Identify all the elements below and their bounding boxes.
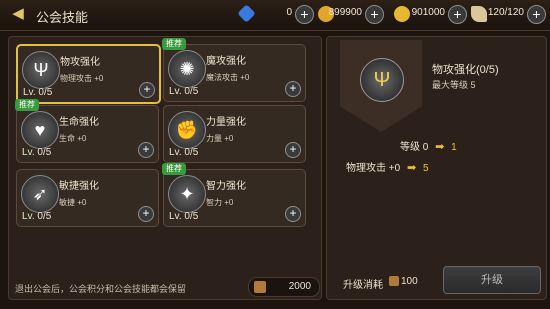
upgrade-button[interactable]: 升级 — [443, 266, 541, 294]
stat-change-row: 物理攻击 +0 ➡ 5 — [346, 159, 429, 174]
magic-swirl-icon: ✺ — [168, 50, 206, 88]
gem-value: 0 — [286, 7, 292, 18]
skill-name: 力量强化 — [206, 117, 246, 128]
guild-points-box: 2000 — [248, 277, 320, 297]
skill-stat: 智力 +0 — [206, 198, 234, 207]
arrow-right-icon: ➡ — [435, 141, 445, 153]
add-guild-coin-button[interactable]: + — [448, 5, 467, 24]
recommend-badge: 推荐 — [162, 38, 186, 50]
skill-name: 生命强化 — [59, 117, 99, 128]
scroll-icon — [389, 276, 399, 286]
level-change-row: 等级 0 ➡ 1 — [400, 138, 457, 153]
add-gem-button[interactable]: + — [295, 5, 314, 24]
skill-level: Lv. 0/5 — [22, 147, 52, 158]
skill-level: Lv. 0/5 — [23, 87, 53, 98]
skill-level: Lv. 0/5 — [169, 211, 199, 222]
skill-level: Lv. 0/5 — [169, 147, 199, 158]
top-bar: ◀ 公会技能 0 + 899900 + 901000 + 120/120 + — [0, 0, 550, 31]
level-current: 0 — [422, 142, 429, 153]
skill-stat: 物理攻击 +0 — [60, 74, 104, 83]
skill-stat: 敏捷 +0 — [59, 198, 87, 207]
skill-stat: 力量 +0 — [206, 134, 234, 143]
skill-level: Lv. 0/5 — [22, 211, 52, 222]
guild-coin-value: 901000 — [411, 7, 445, 18]
back-arrow-icon[interactable]: ◀ — [8, 5, 28, 23]
skill-name: 物攻强化 — [60, 57, 100, 68]
skill-upgrade-button[interactable]: + — [285, 206, 301, 222]
recommend-badge: 推荐 — [162, 163, 186, 175]
guild-coin-counter: 901000 + — [394, 5, 467, 24]
skill-level: Lv. 0/5 — [169, 86, 199, 97]
skill-name: 智力强化 — [206, 181, 246, 192]
skill-card-intellect[interactable]: 推荐 ✦ 智力强化 智力 +0 Lv. 0/5 + — [162, 163, 306, 227]
skill-upgrade-button[interactable]: + — [285, 81, 301, 97]
agility-icon: ➶ — [21, 175, 59, 213]
recommend-badge: 推荐 — [15, 99, 39, 111]
detail-max-level: 最大等级 5 — [432, 80, 476, 90]
skill-upgrade-button[interactable]: + — [138, 142, 154, 158]
gold-counter: 899900 + — [318, 5, 384, 24]
stamina-value: 120/120 — [487, 7, 524, 18]
skill-stat: 生命 +0 — [59, 134, 87, 143]
detail-skill-name: 物攻强化(0/5) — [432, 64, 499, 76]
upgrade-cost-value: 100 — [401, 276, 418, 287]
stamina-icon — [471, 6, 487, 22]
skill-upgrade-button[interactable]: + — [139, 82, 155, 98]
add-stamina-button[interactable]: + — [527, 5, 546, 24]
skill-name: 魔攻强化 — [206, 56, 246, 67]
add-gold-button[interactable]: + — [365, 5, 384, 24]
skill-card-magic-attack[interactable]: 推荐 ✺ 魔攻强化 魔法攻击 +0 Lv. 0/5 + — [162, 38, 306, 102]
trident-icon: Ψ — [22, 51, 60, 89]
guild-points-value: 2000 — [288, 281, 311, 292]
gem-counter: 0 + — [237, 4, 314, 24]
guild-coin-icon — [394, 6, 410, 22]
stat-next: 5 — [422, 163, 429, 174]
gold-value: 899900 — [328, 7, 362, 18]
skill-card-strength[interactable]: ✊ 力量强化 力量 +0 Lv. 0/5 + — [163, 105, 306, 163]
skill-stat: 魔法攻击 +0 — [206, 73, 250, 82]
heart-icon: ♥ — [21, 111, 59, 149]
level-label: 等级 — [400, 142, 420, 153]
skill-card-hp[interactable]: 推荐 ♥ 生命强化 生命 +0 Lv. 0/5 + — [15, 99, 159, 163]
intellect-icon: ✦ — [168, 175, 206, 213]
skill-upgrade-button[interactable]: + — [285, 142, 301, 158]
skill-upgrade-button[interactable]: + — [138, 206, 154, 222]
arrow-right-icon: ➡ — [406, 162, 417, 174]
skill-card-agility[interactable]: ➶ 敏捷强化 敏捷 +0 Lv. 0/5 + — [16, 169, 159, 227]
stat-current: 物理攻击 +0 — [346, 163, 401, 174]
stamina-counter: 120/120 + — [471, 5, 546, 24]
skill-card-physical-attack[interactable]: Ψ 物攻强化 物理攻击 +0 Lv. 0/5 + — [16, 44, 161, 104]
gem-icon — [237, 4, 256, 23]
fist-icon: ✊ — [168, 111, 206, 149]
upgrade-cost-label: 升级消耗 — [343, 280, 383, 291]
skill-name: 敏捷强化 — [59, 181, 99, 192]
scroll-icon — [254, 281, 266, 293]
trident-icon: Ψ — [360, 58, 404, 102]
guild-leave-note: 退出公会后，公会积分和公会技能都会保留 — [15, 284, 187, 294]
page-title: 公会技能 — [36, 10, 89, 25]
level-next: 1 — [451, 142, 457, 153]
